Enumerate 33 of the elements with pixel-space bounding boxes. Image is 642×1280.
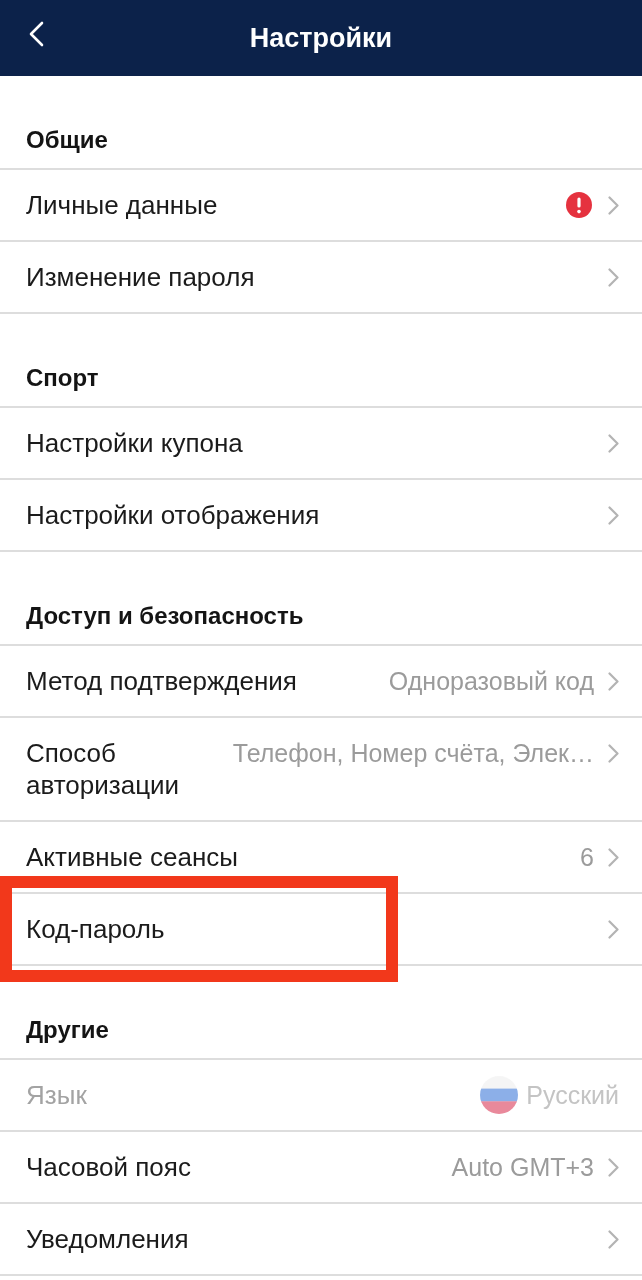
item-label: Код-пароль	[26, 913, 166, 945]
item-label: Настройки отображения	[26, 499, 321, 531]
chevron-icon	[608, 195, 619, 215]
item-label: Уведомления	[26, 1223, 190, 1255]
item-label: Способ авторизации	[26, 737, 181, 801]
item-label: Часовой пояс	[26, 1151, 192, 1183]
chevron-icon	[608, 433, 619, 453]
item-label: Изменение пароля	[26, 261, 256, 293]
item-label: Личные данные	[26, 189, 219, 221]
section-title: Спорт	[26, 364, 99, 391]
chevron-icon	[608, 919, 619, 939]
section-title: Общие	[26, 126, 108, 153]
screen-title: Настройки	[249, 22, 393, 54]
section-title: Другие	[26, 1016, 109, 1043]
chevron-icon	[608, 1229, 619, 1249]
chevron-icon	[608, 267, 619, 287]
item-label: Метод подтверждения	[26, 665, 298, 697]
section-title: Доступ и безопасность	[26, 602, 304, 629]
chevron-icon	[608, 743, 619, 763]
item-value: Телефон, Номер счёта, Элек…	[232, 738, 594, 769]
item-label: Активные сеансы	[26, 841, 239, 873]
back-icon	[28, 21, 44, 47]
item-value: Auto GMT+3	[451, 1152, 594, 1183]
chevron-icon	[608, 505, 619, 525]
chevron-icon	[608, 1157, 619, 1177]
item-value: 6	[580, 842, 594, 873]
item-value: Одноразовый код	[388, 666, 594, 697]
flag-icon	[480, 1076, 519, 1114]
chevron-icon	[608, 671, 619, 691]
item-value: Русский	[526, 1080, 619, 1111]
chevron-icon	[608, 847, 619, 867]
item-label: Настройки купона	[26, 427, 244, 459]
item-label: Язык	[26, 1079, 88, 1111]
